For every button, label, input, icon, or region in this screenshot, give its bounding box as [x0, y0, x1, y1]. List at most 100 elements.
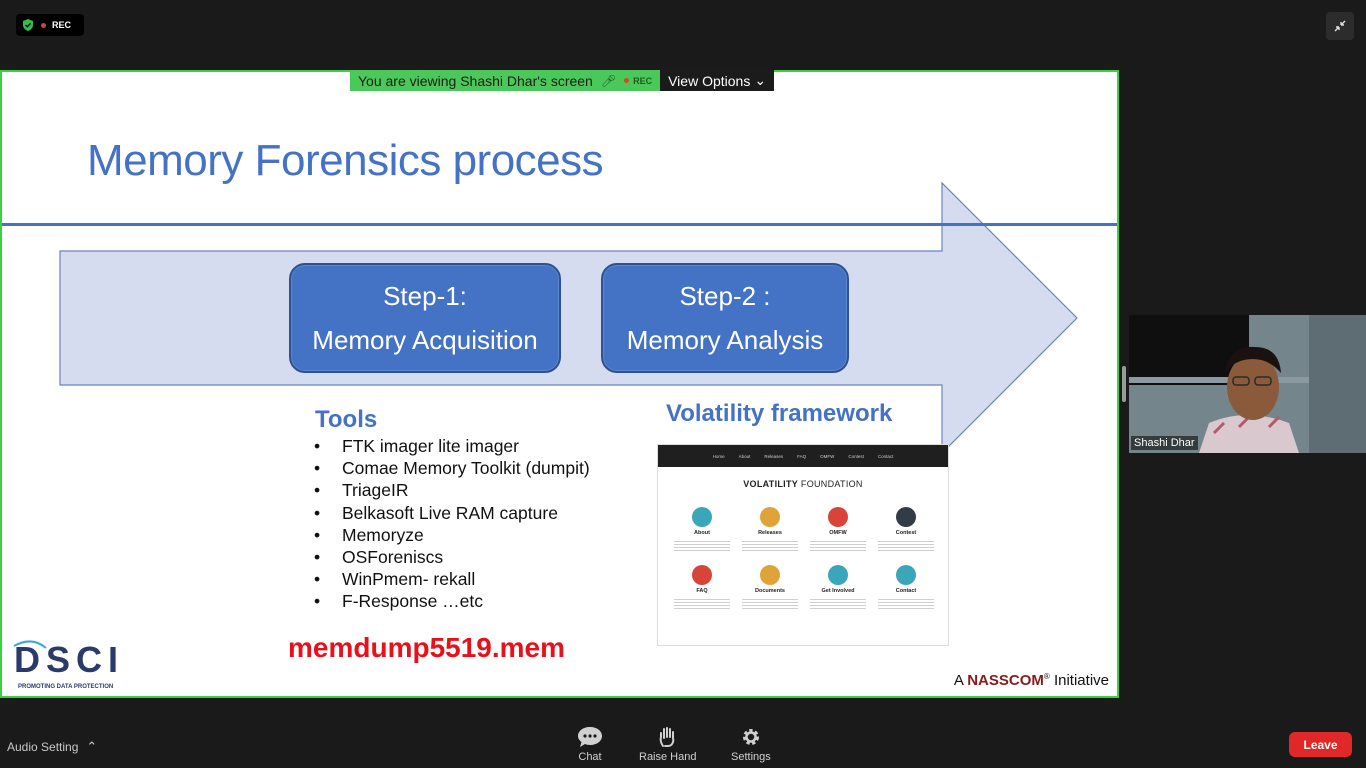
volatility-section-text	[742, 597, 798, 611]
volatility-section-text	[878, 539, 934, 553]
viewing-text: You are viewing Shashi Dhar's screen	[358, 72, 593, 89]
banner-rec-label: REC	[633, 75, 653, 86]
volatility-nav-item: FAQ	[797, 453, 807, 459]
volatility-nav-item: Contest	[848, 453, 864, 459]
svg-text:DSCI: DSCI	[14, 639, 124, 680]
recording-label: REC	[52, 20, 72, 30]
step-1-box: Step-1: Memory Acquisition	[289, 263, 561, 373]
bullet-icon: •	[314, 524, 321, 545]
collapse-icon	[1334, 20, 1346, 32]
volatility-section-icon	[828, 507, 848, 527]
volatility-section-icon	[760, 507, 780, 527]
chevron-down-icon: ⌄	[754, 72, 767, 88]
volatility-section: OMFW	[804, 507, 872, 553]
volatility-section-label: OMFW	[829, 530, 847, 536]
volatility-grid: About Releases OMFW Contest FAQ Documents Get …	[668, 507, 940, 611]
chat-icon	[578, 727, 602, 747]
nasscom-prefix: A	[953, 672, 964, 689]
audio-setting-button[interactable]: Audio Setting ⌃	[7, 739, 97, 755]
tool-name: F-Response …etc	[342, 591, 484, 612]
tools-list: • FTK imager lite imager • Comae Memory Too…	[314, 436, 590, 614]
tool-list-item: • FTK imager lite imager	[314, 436, 590, 458]
volatility-site-heading: VOLATILITY FOUNDATION	[658, 479, 948, 489]
bullet-icon: •	[314, 502, 321, 523]
step-1-label: Memory Acquisition	[312, 325, 538, 355]
settings-label: Settings	[731, 751, 771, 763]
volatility-section: Contact	[872, 565, 940, 611]
participant-name: Shashi Dhar	[1131, 436, 1198, 450]
volatility-site-heading-bold: VOLATILITY	[743, 479, 799, 489]
meeting-window: REC You are viewing Shashi Dhar's screen…	[0, 0, 1366, 768]
nasscom-initiative-label: A NASSCOM® Initiative	[954, 672, 1109, 689]
settings-button[interactable]: Settings	[731, 726, 771, 763]
volatility-section-icon	[828, 565, 848, 585]
exit-fullscreen-button[interactable]	[1326, 12, 1354, 40]
volatility-section-icon	[896, 507, 916, 527]
tool-name: Comae Memory Toolkit (dumpit)	[342, 458, 590, 479]
tool-name: FTK imager lite imager	[342, 436, 519, 456]
volatility-section-text	[674, 597, 730, 611]
volatility-section: Contest	[872, 507, 940, 553]
participant-video	[1129, 315, 1366, 453]
volatility-nav-item: Releases	[764, 453, 784, 459]
tools-heading: Tools	[315, 406, 378, 433]
volatility-section: FAQ	[668, 565, 736, 611]
volatility-section: About	[668, 507, 736, 553]
view-options-button[interactable]: View Options ⌄	[660, 70, 775, 91]
bullet-icon: •	[314, 569, 321, 590]
volatility-nav-item: Contact	[877, 453, 894, 459]
tool-name: Belkasoft Live RAM capture	[342, 502, 558, 523]
step-2-box: Step-2 : Memory Analysis	[601, 263, 849, 373]
volatility-section-label: Documents	[755, 588, 785, 594]
volatility-section: Documents	[736, 565, 804, 611]
step-2-title: Step-2 :	[679, 281, 771, 311]
memory-dump-filename: memdump5519.mem	[288, 632, 566, 663]
panel-resize-handle[interactable]	[1122, 366, 1126, 402]
audio-setting-label: Audio Setting	[7, 740, 79, 754]
volatility-nav-item: OMFW	[820, 453, 835, 459]
svg-text:PROMOTING DATA PROTECTION: PROMOTING DATA PROTECTION	[18, 684, 113, 690]
volatility-section-text	[674, 539, 730, 553]
participant-video-tile[interactable]: Shashi Dhar	[1129, 315, 1366, 453]
banner-recording-indicator: REC	[624, 76, 652, 86]
volatility-section-icon	[692, 507, 712, 527]
meeting-status-indicator[interactable]: REC	[16, 14, 84, 36]
nasscom-brand: NASSCOM	[967, 672, 1044, 689]
bullet-icon: •	[314, 591, 321, 612]
step-1-title: Step-1:	[383, 281, 467, 311]
meeting-toolbar: Audio Setting ⌃ Chat Raise Hand Settings	[0, 720, 1366, 768]
presentation-slide: Memory Forensics process Step-1: Memory …	[2, 72, 1117, 696]
raise-hand-button[interactable]: Raise Hand	[639, 726, 696, 763]
bullet-icon: •	[314, 436, 321, 456]
bullet-icon: •	[314, 458, 321, 479]
volatility-section-label: FAQ	[696, 588, 708, 594]
leave-button[interactable]: Leave	[1289, 732, 1352, 757]
tool-list-item: • OSForeniscs	[314, 547, 590, 569]
volatility-section-label: Contest	[895, 530, 917, 536]
tool-list-item: • TriageIR	[314, 480, 590, 502]
mic-muted-icon: 🎤︎	[600, 73, 617, 88]
volatility-section-label: Contact	[895, 588, 917, 594]
volatility-nav: Home About Releases FAQ OMFW Contest Contact	[658, 445, 948, 467]
tool-list-item: • Comae Memory Toolkit (dumpit)	[314, 458, 590, 480]
volatility-nav-item: Home	[712, 453, 725, 459]
volatility-section-text	[878, 597, 934, 611]
bullet-icon: •	[314, 546, 321, 567]
tool-name: TriageIR	[342, 480, 409, 501]
volatility-section-label: Get Involved	[821, 588, 855, 594]
title-underline	[2, 223, 1117, 226]
bullet-icon: •	[314, 480, 321, 501]
tool-name: Memoryze	[342, 524, 424, 545]
tool-name: OSForeniscs	[342, 546, 444, 567]
volatility-site-heading-rest: FOUNDATION	[800, 479, 863, 489]
recording-dot-icon	[624, 78, 630, 83]
nasscom-suffix: Initiative	[1053, 672, 1109, 689]
dsci-logo: DSCI PROMOTING DATA PROTECTION	[13, 639, 124, 690]
volatility-section-text	[810, 597, 866, 611]
volatility-heading: Volatility framework	[666, 400, 893, 427]
volatility-section-text	[742, 539, 798, 553]
chat-button[interactable]: Chat	[577, 726, 603, 763]
screen-share-banner: You are viewing Shashi Dhar's screen 🎤︎ …	[350, 70, 775, 91]
gear-icon	[742, 729, 759, 745]
chat-label: Chat	[578, 751, 602, 763]
